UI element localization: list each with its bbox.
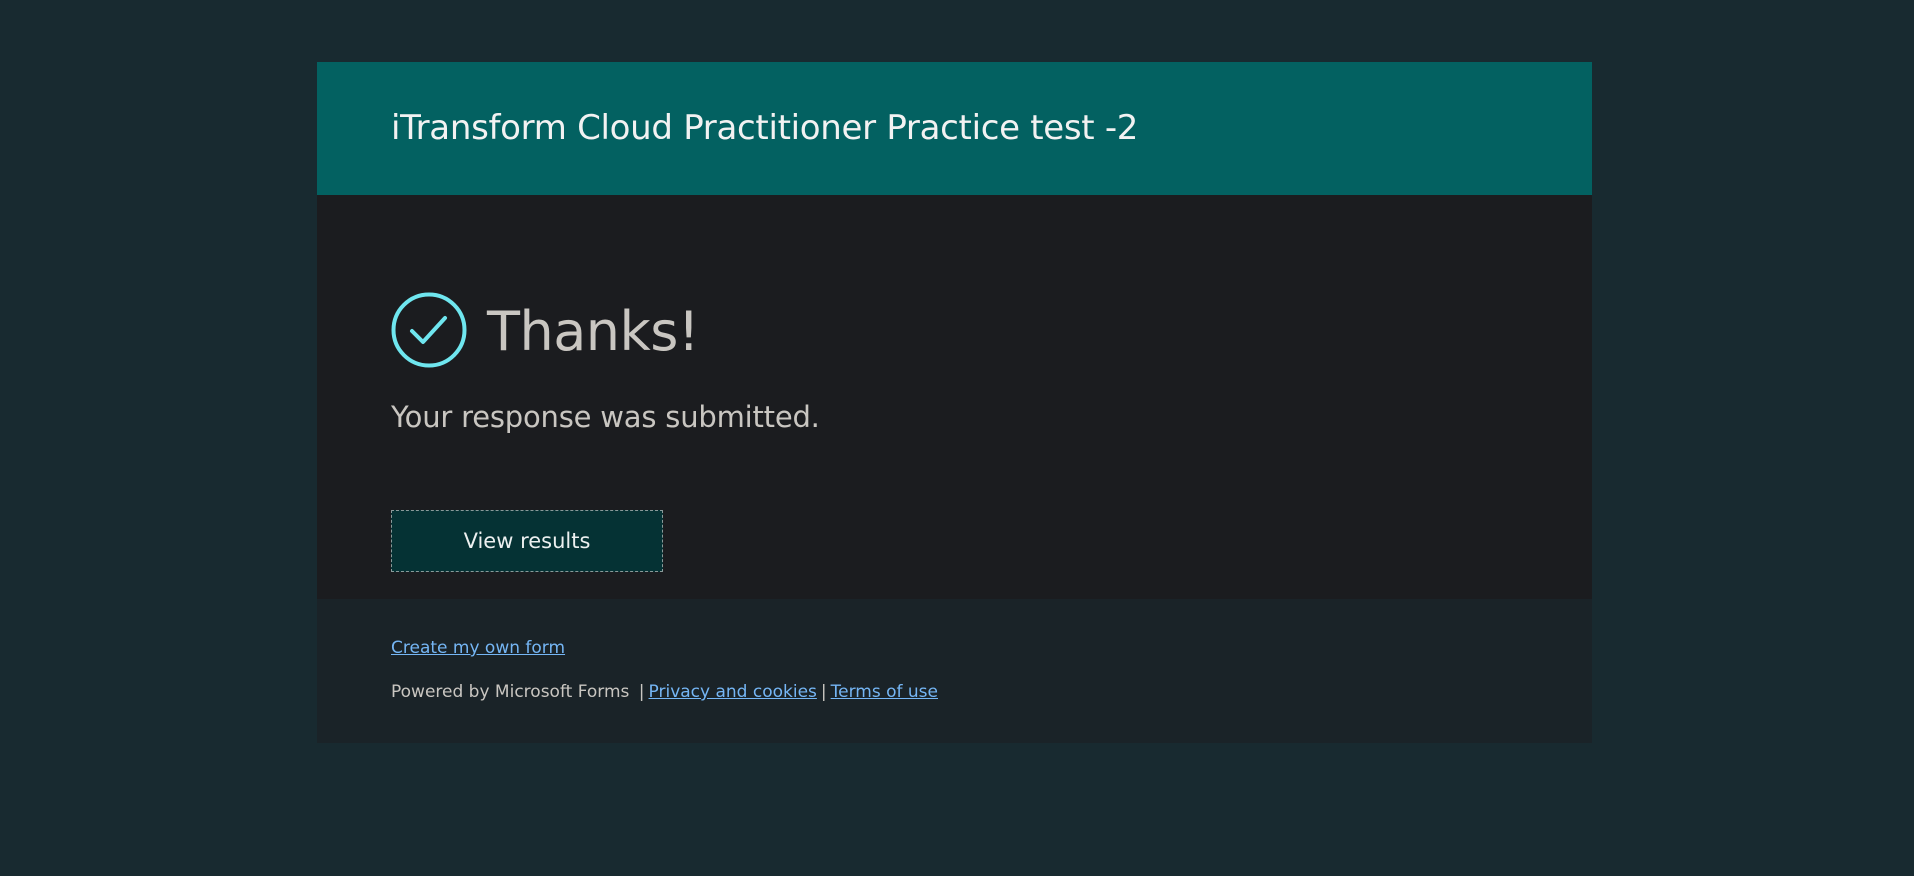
- footer-separator: |: [638, 682, 645, 702]
- confirmation-panel: Thanks! Your response was submitted. Vie…: [317, 195, 1592, 599]
- form-footer: Create my own form Powered by Microsoft …: [317, 599, 1592, 743]
- create-my-own-form-link[interactable]: Create my own form: [391, 638, 565, 658]
- powered-by-line: Powered by Microsoft Forms | Privacy and …: [391, 682, 938, 702]
- check-circle-icon: [391, 292, 467, 368]
- thanks-row: Thanks!: [391, 292, 700, 368]
- footer-separator: |: [820, 682, 827, 702]
- form-header: iTransform Cloud Practitioner Practice t…: [317, 62, 1592, 195]
- thanks-heading: Thanks!: [487, 300, 700, 363]
- form-card: iTransform Cloud Practitioner Practice t…: [317, 62, 1592, 743]
- submission-message: Your response was submitted.: [391, 400, 820, 434]
- powered-by-text: Powered by Microsoft Forms: [391, 682, 630, 702]
- form-title: iTransform Cloud Practitioner Practice t…: [391, 107, 1139, 148]
- privacy-and-cookies-link[interactable]: Privacy and cookies: [649, 682, 817, 702]
- view-results-button[interactable]: View results: [391, 510, 663, 572]
- terms-of-use-link[interactable]: Terms of use: [831, 682, 938, 702]
